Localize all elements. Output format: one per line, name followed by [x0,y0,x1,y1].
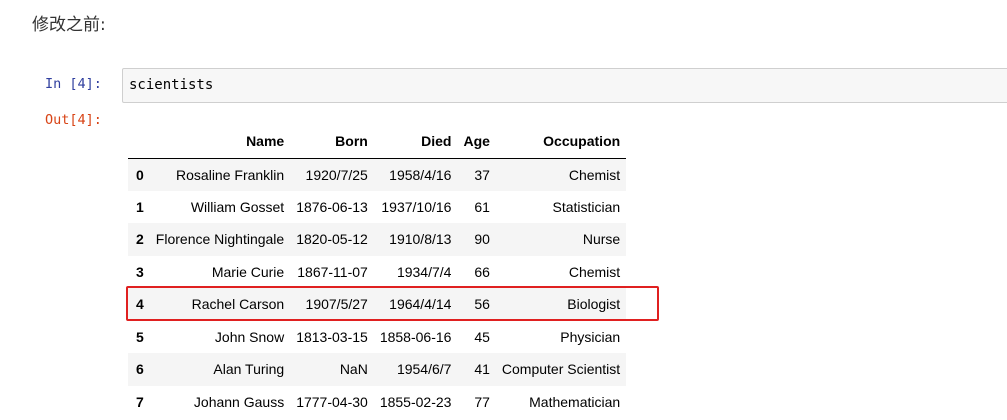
cell-died: 1954/6/7 [396,361,452,378]
cell-occupation: Statistician [552,198,621,215]
cell-age: 90 [474,231,490,248]
cell-died: 1855-02-23 [379,393,452,410]
cell-born: 1920/7/25 [305,166,368,183]
code-cell[interactable]: scientists [122,68,1007,103]
table-row: 3 Marie Curie 1867-11-07 1934/7/4 66 Che… [128,256,626,289]
table-row: 1 William Gosset 1876-06-13 1937/10/16 6… [128,191,626,224]
cell-name: Rachel Carson [191,296,285,313]
cell-name: Marie Curie [211,263,285,280]
cell-age: 56 [474,296,490,313]
cell-died: 1910/8/13 [389,231,452,248]
output-prompt: Out[4]: [45,112,102,128]
cell-occupation: Chemist [568,166,621,183]
cell-died: 1858-06-16 [379,328,452,345]
cell-name: William Gosset [190,198,285,215]
cell-died: 1934/7/4 [396,263,452,280]
cell-occupation: Nurse [582,231,621,248]
column-header-age: Age [457,124,496,159]
table-header-row: Name Born Died Age Occupation [128,124,627,159]
cell-age: 41 [474,361,490,378]
cell-born: 1820-05-12 [296,231,368,248]
row-index: 2 [136,231,144,248]
cell-occupation: Physician [560,328,621,345]
cell-occupation: Chemist [568,263,621,280]
column-header-name: Name [149,124,291,159]
column-header-born: Born [290,124,374,159]
cell-born: NaN [339,361,368,378]
cell-born: 1867-11-07 [297,263,368,280]
code-text: scientists [129,77,214,93]
dataframe-table: Name Born Died Age Occupation 0 Rosaline… [128,124,627,419]
cell-born: 1813-03-15 [296,328,368,345]
cell-name: Florence Nightingale [155,231,285,248]
cell-died: 1937/10/16 [381,198,452,215]
row-index: 0 [136,166,144,183]
cell-born: 1907/5/27 [305,296,368,313]
row-index: 1 [136,198,144,215]
table-row: 5 John Snow 1813-03-15 1858-06-16 45 Phy… [128,321,626,354]
cell-age: 37 [474,166,490,183]
input-prompt: In [4]: [45,76,102,92]
table-row: 4 Rachel Carson 1907/5/27 1964/4/14 56 B… [128,288,627,321]
row-index: 3 [136,263,144,280]
cell-age: 61 [474,198,490,215]
cell-born: 1876-06-13 [296,198,368,215]
cell-age: 77 [474,393,490,410]
row-index: 6 [136,361,144,378]
cell-died: 1958/4/16 [389,166,452,183]
cell-name: Johann Gauss [193,393,285,410]
column-header-died: Died [373,124,458,159]
column-header-index [128,124,150,159]
cell-born: 1777-04-30 [296,393,368,410]
cell-occupation: Biologist [567,296,621,313]
cell-name: John Snow [214,328,285,345]
table-row: 0 Rosaline Franklin 1920/7/25 1958/4/16 … [128,158,627,191]
table-row: 7 Johann Gauss 1777-04-30 1855-02-23 77 … [128,386,626,419]
row-index: 7 [136,393,144,410]
cell-occupation: Computer Scientist [501,361,621,378]
cell-name: Rosaline Franklin [176,166,285,183]
cell-died: 1964/4/14 [389,296,452,313]
row-index: 5 [136,328,144,345]
cell-occupation: Mathematician [529,393,621,410]
cell-age: 66 [474,263,490,280]
cell-name: Alan Turing [213,361,285,378]
section-heading: 修改之前: [32,15,106,35]
row-index: 4 [136,296,144,313]
table-row: 6 Alan Turing NaN 1954/6/7 41 Computer S… [128,353,627,386]
cell-age: 45 [474,328,490,345]
column-header-occupation: Occupation [495,124,627,159]
table-row: 2 Florence Nightingale 1820-05-12 1910/8… [128,223,627,256]
